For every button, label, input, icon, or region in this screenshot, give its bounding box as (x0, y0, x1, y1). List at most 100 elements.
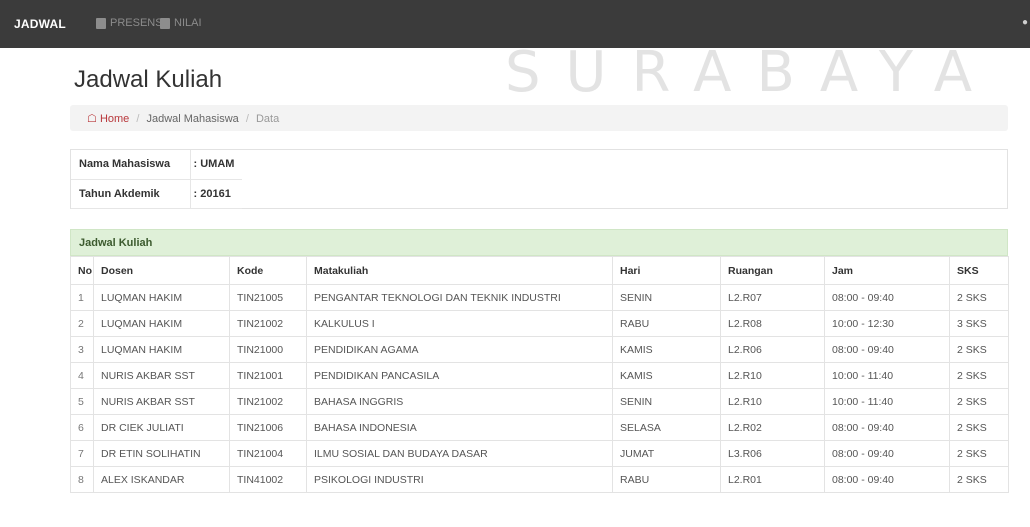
credits-cell: 2 SKS (949, 414, 1009, 441)
row-number: 4 (70, 362, 94, 389)
course-name-cell: BAHASA INGGRIS (306, 388, 613, 415)
time-cell: 08:00 - 09:40 (824, 336, 950, 363)
row-number: 5 (70, 388, 94, 415)
clipboard-icon (96, 17, 106, 29)
academic-year-label: Tahun Akdemik (71, 179, 191, 209)
course-code-cell: TIN21004 (229, 440, 307, 467)
schedule-table: No Dosen Kode Matakuliah Hari Ruangan Ja… (70, 256, 1009, 493)
course-code-cell: TIN21005 (229, 284, 307, 311)
home-icon: ☖ (87, 113, 97, 125)
course-code-cell: TIN21002 (229, 388, 307, 415)
breadcrumb-jadwal-mahasiswa[interactable]: Jadwal Mahasiswa (146, 113, 238, 125)
credits-cell: 2 SKS (949, 388, 1009, 415)
table-row: 3 LUQMAN HAKIM TIN21000 PENDIDIKAN AGAMA KAM… (70, 336, 1009, 363)
nav-brand-jadwal[interactable]: JADWAL (14, 17, 66, 31)
row-number: 6 (70, 414, 94, 441)
table-row: 1 LUQMAN HAKIM TIN21005 PENGANTAR TEKNOLOGI… (70, 284, 1009, 311)
nav-item-presensi[interactable]: PRESENSI (96, 17, 166, 29)
day-cell: SENIN (612, 284, 721, 311)
course-name-cell: ILMU SOSIAL DAN BUDAYA DASAR (306, 440, 613, 467)
breadcrumb-separator: / (245, 113, 249, 125)
day-cell: KAMIS (612, 362, 721, 389)
student-name-value: : UMAM (190, 150, 243, 180)
student-name-label: Nama Mahasiswa (71, 150, 191, 180)
schedule-panel-title: Jadwal Kuliah (70, 229, 1008, 256)
column-header: No (70, 256, 94, 285)
table-row: 6 DR CIEK JULIATI TIN21006 BAHASA INDONESIA… (70, 414, 1009, 441)
course-name-cell: PENDIDIKAN AGAMA (306, 336, 613, 363)
lecturer-cell: NURIS AKBAR SST (93, 388, 230, 415)
row-number: 1 (70, 284, 94, 311)
column-header: SKS (949, 256, 1009, 285)
column-header: Matakuliah (306, 256, 613, 285)
room-cell: L2.R08 (720, 310, 825, 337)
credits-cell: 2 SKS (949, 440, 1009, 467)
course-name-cell: PENDIDIKAN PANCASILA (306, 362, 613, 389)
time-cell: 10:00 - 11:40 (824, 362, 950, 389)
time-cell: 08:00 - 09:40 (824, 440, 950, 467)
breadcrumb-separator: / (136, 113, 140, 125)
lecturer-cell: DR CIEK JULIATI (93, 414, 230, 441)
lecturer-cell: LUQMAN HAKIM (93, 336, 230, 363)
schedule-header-row: No Dosen Kode Matakuliah Hari Ruangan Ja… (70, 256, 1009, 285)
course-code-cell: TIN21002 (229, 310, 307, 337)
course-code-cell: TIN21001 (229, 362, 307, 389)
breadcrumb-home[interactable]: ☖ Home (87, 113, 129, 125)
breadcrumb: ☖ Home / Jadwal Mahasiswa / Data (70, 105, 1008, 131)
lecturer-cell: DR ETIN SOLIHATIN (93, 440, 230, 467)
room-cell: L2.R01 (720, 466, 825, 493)
lecturer-cell: LUQMAN HAKIM (93, 284, 230, 311)
room-cell: L2.R10 (720, 388, 825, 415)
table-row: 4 NURIS AKBAR SST TIN21001 PENDIDIKAN PANCA… (70, 362, 1009, 389)
chart-icon (160, 17, 170, 29)
nav-item-nilai-label: NILAI (174, 17, 202, 29)
row-number: 2 (70, 310, 94, 337)
column-header: Dosen (93, 256, 230, 285)
course-code-cell: TIN41002 (229, 466, 307, 493)
credits-cell: 3 SKS (949, 310, 1009, 337)
time-cell: 08:00 - 09:40 (824, 466, 950, 493)
column-header: Ruangan (720, 256, 825, 285)
student-info-table: Nama Mahasiswa : UMAM Tahun Akdemik : 20… (70, 149, 1008, 209)
lecturer-cell: NURIS AKBAR SST (93, 362, 230, 389)
course-code-cell: TIN21000 (229, 336, 307, 363)
nav-item-presensi-label: PRESENSI (110, 17, 166, 29)
course-name-cell: PSIKOLOGI INDUSTRI (306, 466, 613, 493)
lecturer-cell: LUQMAN HAKIM (93, 310, 230, 337)
course-name-cell: KALKULUS I (306, 310, 613, 337)
academic-year-value: : 20161 (190, 179, 243, 209)
room-cell: L2.R02 (720, 414, 825, 441)
credits-cell: 2 SKS (949, 362, 1009, 389)
time-cell: 10:00 - 11:40 (824, 388, 950, 415)
course-code-cell: TIN21006 (229, 414, 307, 441)
day-cell: KAMIS (612, 336, 721, 363)
column-header: Jam (824, 256, 950, 285)
credits-cell: 2 SKS (949, 336, 1009, 363)
lecturer-cell: ALEX ISKANDAR (93, 466, 230, 493)
row-number: 8 (70, 466, 94, 493)
column-header: Hari (612, 256, 721, 285)
table-row: 2 LUQMAN HAKIM TIN21002 KALKULUS I RABU L2.R0… (70, 310, 1009, 337)
schedule-panel: Jadwal Kuliah No Dosen Kode Matakuliah H… (70, 229, 1009, 493)
watermark-text: SURABAYA (505, 40, 998, 105)
day-cell: SELASA (612, 414, 721, 441)
table-row: 5 NURIS AKBAR SST TIN21002 BAHASA INGGRIS SE… (70, 388, 1009, 415)
room-cell: L2.R06 (720, 336, 825, 363)
row-number: 7 (70, 440, 94, 467)
day-cell: JUMAT (612, 440, 721, 467)
column-header: Kode (229, 256, 307, 285)
breadcrumb-current: Data (255, 113, 280, 125)
nav-item-nilai[interactable]: NILAI (160, 17, 202, 29)
time-cell: 08:00 - 09:40 (824, 414, 950, 441)
day-cell: RABU (612, 466, 721, 493)
table-row: 7 DR ETIN SOLIHATIN TIN21004 ILMU SOSIAL DA… (70, 440, 1009, 467)
user-icon[interactable]: ● (1022, 17, 1028, 28)
course-name-cell: BAHASA INDONESIA (306, 414, 613, 441)
table-row: 8 ALEX ISKANDAR TIN41002 PSIKOLOGI INDUSTRI… (70, 466, 1009, 493)
credits-cell: 2 SKS (949, 466, 1009, 493)
room-cell: L2.R07 (720, 284, 825, 311)
time-cell: 08:00 - 09:40 (824, 284, 950, 311)
page-title: Jadwal Kuliah (74, 66, 223, 93)
day-cell: RABU (612, 310, 721, 337)
day-cell: SENIN (612, 388, 721, 415)
